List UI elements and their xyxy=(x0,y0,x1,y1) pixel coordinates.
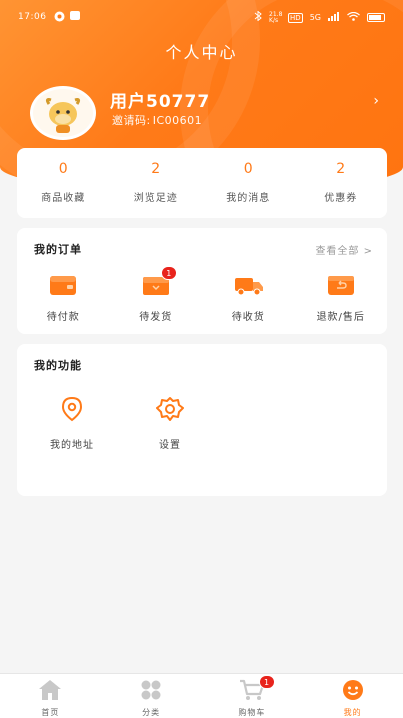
order-pending-receipt[interactable]: 待收货 xyxy=(202,274,295,323)
function-label: 我的地址 xyxy=(50,440,94,451)
invite-code: 邀请码: IC00601 xyxy=(110,112,202,128)
order-label: 退款/售后 xyxy=(316,312,365,323)
order-pending-shipment[interactable]: 1 待发货 xyxy=(110,266,203,323)
avatar[interactable] xyxy=(30,86,96,140)
hd-icon: HD xyxy=(288,12,303,23)
stat-value: 2 xyxy=(336,161,346,177)
smile-icon xyxy=(341,680,365,705)
stat-label: 浏览足迹 xyxy=(133,193,178,204)
status-time: 17:06 xyxy=(18,12,47,22)
see-all-orders-link[interactable]: 查看全部 > xyxy=(315,242,373,257)
stat-label: 商品收藏 xyxy=(41,193,86,204)
network-label: 5G xyxy=(309,13,321,22)
gear-icon xyxy=(135,396,205,426)
order-refund[interactable]: 退款/售后 xyxy=(295,274,388,323)
stat-history[interactable]: 2 浏览足迹 xyxy=(110,148,203,218)
stat-value: 0 xyxy=(243,161,253,177)
shipment-badge: 1 xyxy=(160,266,177,280)
page-title: 个人中心 xyxy=(165,43,238,62)
stats-card: 0 商品收藏 2 浏览足迹 0 我的消息 2 优惠券 xyxy=(17,148,387,218)
tab-label: 我的 xyxy=(343,708,362,717)
order-label: 待付款 xyxy=(46,312,80,323)
truck-icon xyxy=(234,274,264,296)
invite-label: 邀请码: xyxy=(112,114,151,127)
order-pending-payment[interactable]: 待付款 xyxy=(17,274,110,323)
wifi-icon xyxy=(347,11,360,24)
order-label: 待发货 xyxy=(139,312,173,323)
function-settings[interactable]: 设置 xyxy=(135,396,205,451)
category-icon xyxy=(140,680,162,705)
user-name: 用户50777 xyxy=(110,92,211,112)
functions-title: 我的功能 xyxy=(34,359,82,372)
order-label: 待收货 xyxy=(231,312,265,323)
refund-icon xyxy=(327,274,355,296)
cart-icon xyxy=(239,679,265,705)
status-bar: 17:06 21.8 K/s HD 5G xyxy=(0,0,403,36)
tab-label: 购物车 xyxy=(238,708,266,717)
bluetooth-icon xyxy=(254,10,262,24)
home-icon xyxy=(38,680,62,705)
stat-value: 0 xyxy=(58,161,68,177)
functions-card: 我的功能 我的地址 设置 xyxy=(17,344,387,496)
chevron-right-icon[interactable]: › xyxy=(373,93,379,109)
battery-icon xyxy=(367,13,385,22)
tab-mine[interactable]: 我的 xyxy=(302,674,403,718)
notification-icon xyxy=(54,11,65,25)
wallet-icon xyxy=(49,274,77,296)
stat-favorites[interactable]: 0 商品收藏 xyxy=(17,148,110,218)
function-label: 设置 xyxy=(159,440,181,451)
bottom-tab-bar: 首页 分类 1 购物车 我的 xyxy=(0,673,403,718)
cow-mascot-icon xyxy=(45,98,81,133)
stat-label: 优惠券 xyxy=(324,193,358,204)
tab-cart[interactable]: 1 购物车 xyxy=(202,674,303,718)
tab-category[interactable]: 分类 xyxy=(101,674,202,718)
stat-value: 2 xyxy=(151,161,161,177)
location-pin-icon xyxy=(37,396,107,426)
invite-value: IC00601 xyxy=(152,114,203,127)
stat-coupons[interactable]: 2 优惠券 xyxy=(295,148,388,218)
stat-messages[interactable]: 0 我的消息 xyxy=(202,148,295,218)
tab-label: 首页 xyxy=(41,708,60,717)
tab-home[interactable]: 首页 xyxy=(0,674,101,718)
tab-label: 分类 xyxy=(142,708,161,717)
function-address[interactable]: 我的地址 xyxy=(37,396,107,451)
package-icon: 1 xyxy=(142,266,177,296)
orders-card: 我的订单 查看全部 > 待付款 1 待发货 待收货 退款/售后 xyxy=(17,228,387,334)
image-notification-icon xyxy=(70,11,80,20)
signal-icon xyxy=(328,11,340,24)
stat-label: 我的消息 xyxy=(226,193,271,204)
net-speed: 21.8 K/s xyxy=(269,10,283,24)
orders-title: 我的订单 xyxy=(34,243,82,256)
cart-badge: 1 xyxy=(258,675,275,689)
